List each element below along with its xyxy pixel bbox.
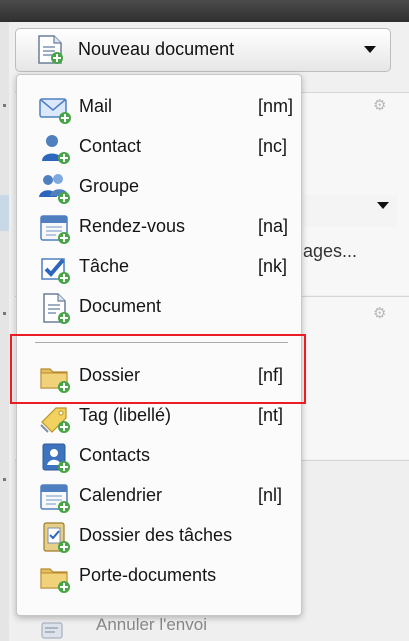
menu-separator <box>35 342 288 343</box>
menu-item-shortcut: [nt] <box>258 405 284 425</box>
menu-item-shortcut: [nk] <box>258 256 288 276</box>
new-item-menu: Mail [nm] Contact [nc] Groupe Rendez-vou… <box>16 74 302 616</box>
menu-item-label: Rendez-vous <box>79 216 186 236</box>
new-document-label: Nouveau document <box>78 39 235 59</box>
menu-item-folder[interactable]: Dossier [nf] <box>18 356 300 396</box>
address-book-icon <box>38 440 72 474</box>
task-icon <box>38 251 72 285</box>
menu-item-document[interactable]: Document <box>18 287 300 327</box>
menu-item-mail[interactable]: Mail [nm] <box>18 87 300 127</box>
tag-icon <box>38 400 72 434</box>
menu-item-label: Groupe <box>79 176 140 196</box>
selected-row-marker <box>0 195 9 231</box>
menu-item-group[interactable]: Groupe <box>18 167 300 207</box>
gear-icon[interactable]: ⚙ <box>373 98 387 113</box>
row-tick <box>3 312 6 315</box>
left-panel-edge <box>0 22 9 641</box>
undo-send-label: Annuler l'envoi <box>96 615 207 634</box>
row-tick <box>3 104 6 107</box>
folder-icon <box>38 360 72 394</box>
chevron-down-icon <box>377 202 389 209</box>
top-toolbar <box>0 0 409 22</box>
menu-item-appointment[interactable]: Rendez-vous [na] <box>18 207 300 247</box>
menu-item-briefcase[interactable]: Porte-documents <box>18 556 300 596</box>
mail-icon <box>38 91 72 125</box>
menu-item-label: Contact <box>79 136 142 156</box>
menu-item-tag[interactable]: Tag (libellé) [nt] <box>18 396 300 436</box>
menu-item-task-folder[interactable]: Dossier des tâches <box>18 516 300 556</box>
menu-item-label: Dossier <box>79 365 141 385</box>
menu-item-shortcut: [nc] <box>258 136 288 156</box>
row-tick <box>3 478 6 481</box>
undo-send-icon <box>40 617 64 641</box>
calendar-icon <box>38 211 72 245</box>
menu-item-shortcut: [nf] <box>258 365 284 385</box>
menu-item-label: Calendrier <box>79 485 163 505</box>
contact-icon <box>38 131 72 165</box>
menu-item-label: Document <box>79 296 162 316</box>
background-partial-text: ages... <box>303 241 358 261</box>
background-select[interactable] <box>300 195 397 227</box>
menu-item-label: Contacts <box>79 445 151 465</box>
menu-item-contact[interactable]: Contact [nc] <box>18 127 300 167</box>
menu-item-shortcut: [nm] <box>258 96 294 116</box>
group-icon <box>38 171 72 205</box>
menu-item-contacts[interactable]: Contacts <box>18 436 300 476</box>
gear-icon[interactable]: ⚙ <box>373 306 387 321</box>
calendar-icon <box>38 480 72 514</box>
menu-item-task[interactable]: Tâche [nk] <box>18 247 300 287</box>
menu-item-label: Mail <box>79 96 113 116</box>
new-document-button[interactable]: Nouveau document <box>15 28 391 72</box>
briefcase-folder-icon <box>38 560 72 594</box>
menu-item-label: Porte-documents <box>79 565 217 585</box>
menu-item-shortcut: [nl] <box>258 485 283 505</box>
new-document-icon <box>36 35 64 65</box>
menu-item-label: Tag (libellé) <box>79 405 172 425</box>
chevron-down-icon[interactable] <box>364 46 376 53</box>
document-icon <box>38 291 72 325</box>
task-folder-icon <box>38 520 72 554</box>
menu-item-calendar[interactable]: Calendrier [nl] <box>18 476 300 516</box>
menu-item-label: Tâche <box>79 256 130 276</box>
menu-item-shortcut: [na] <box>258 216 289 236</box>
menu-item-label: Dossier des tâches <box>79 525 233 545</box>
